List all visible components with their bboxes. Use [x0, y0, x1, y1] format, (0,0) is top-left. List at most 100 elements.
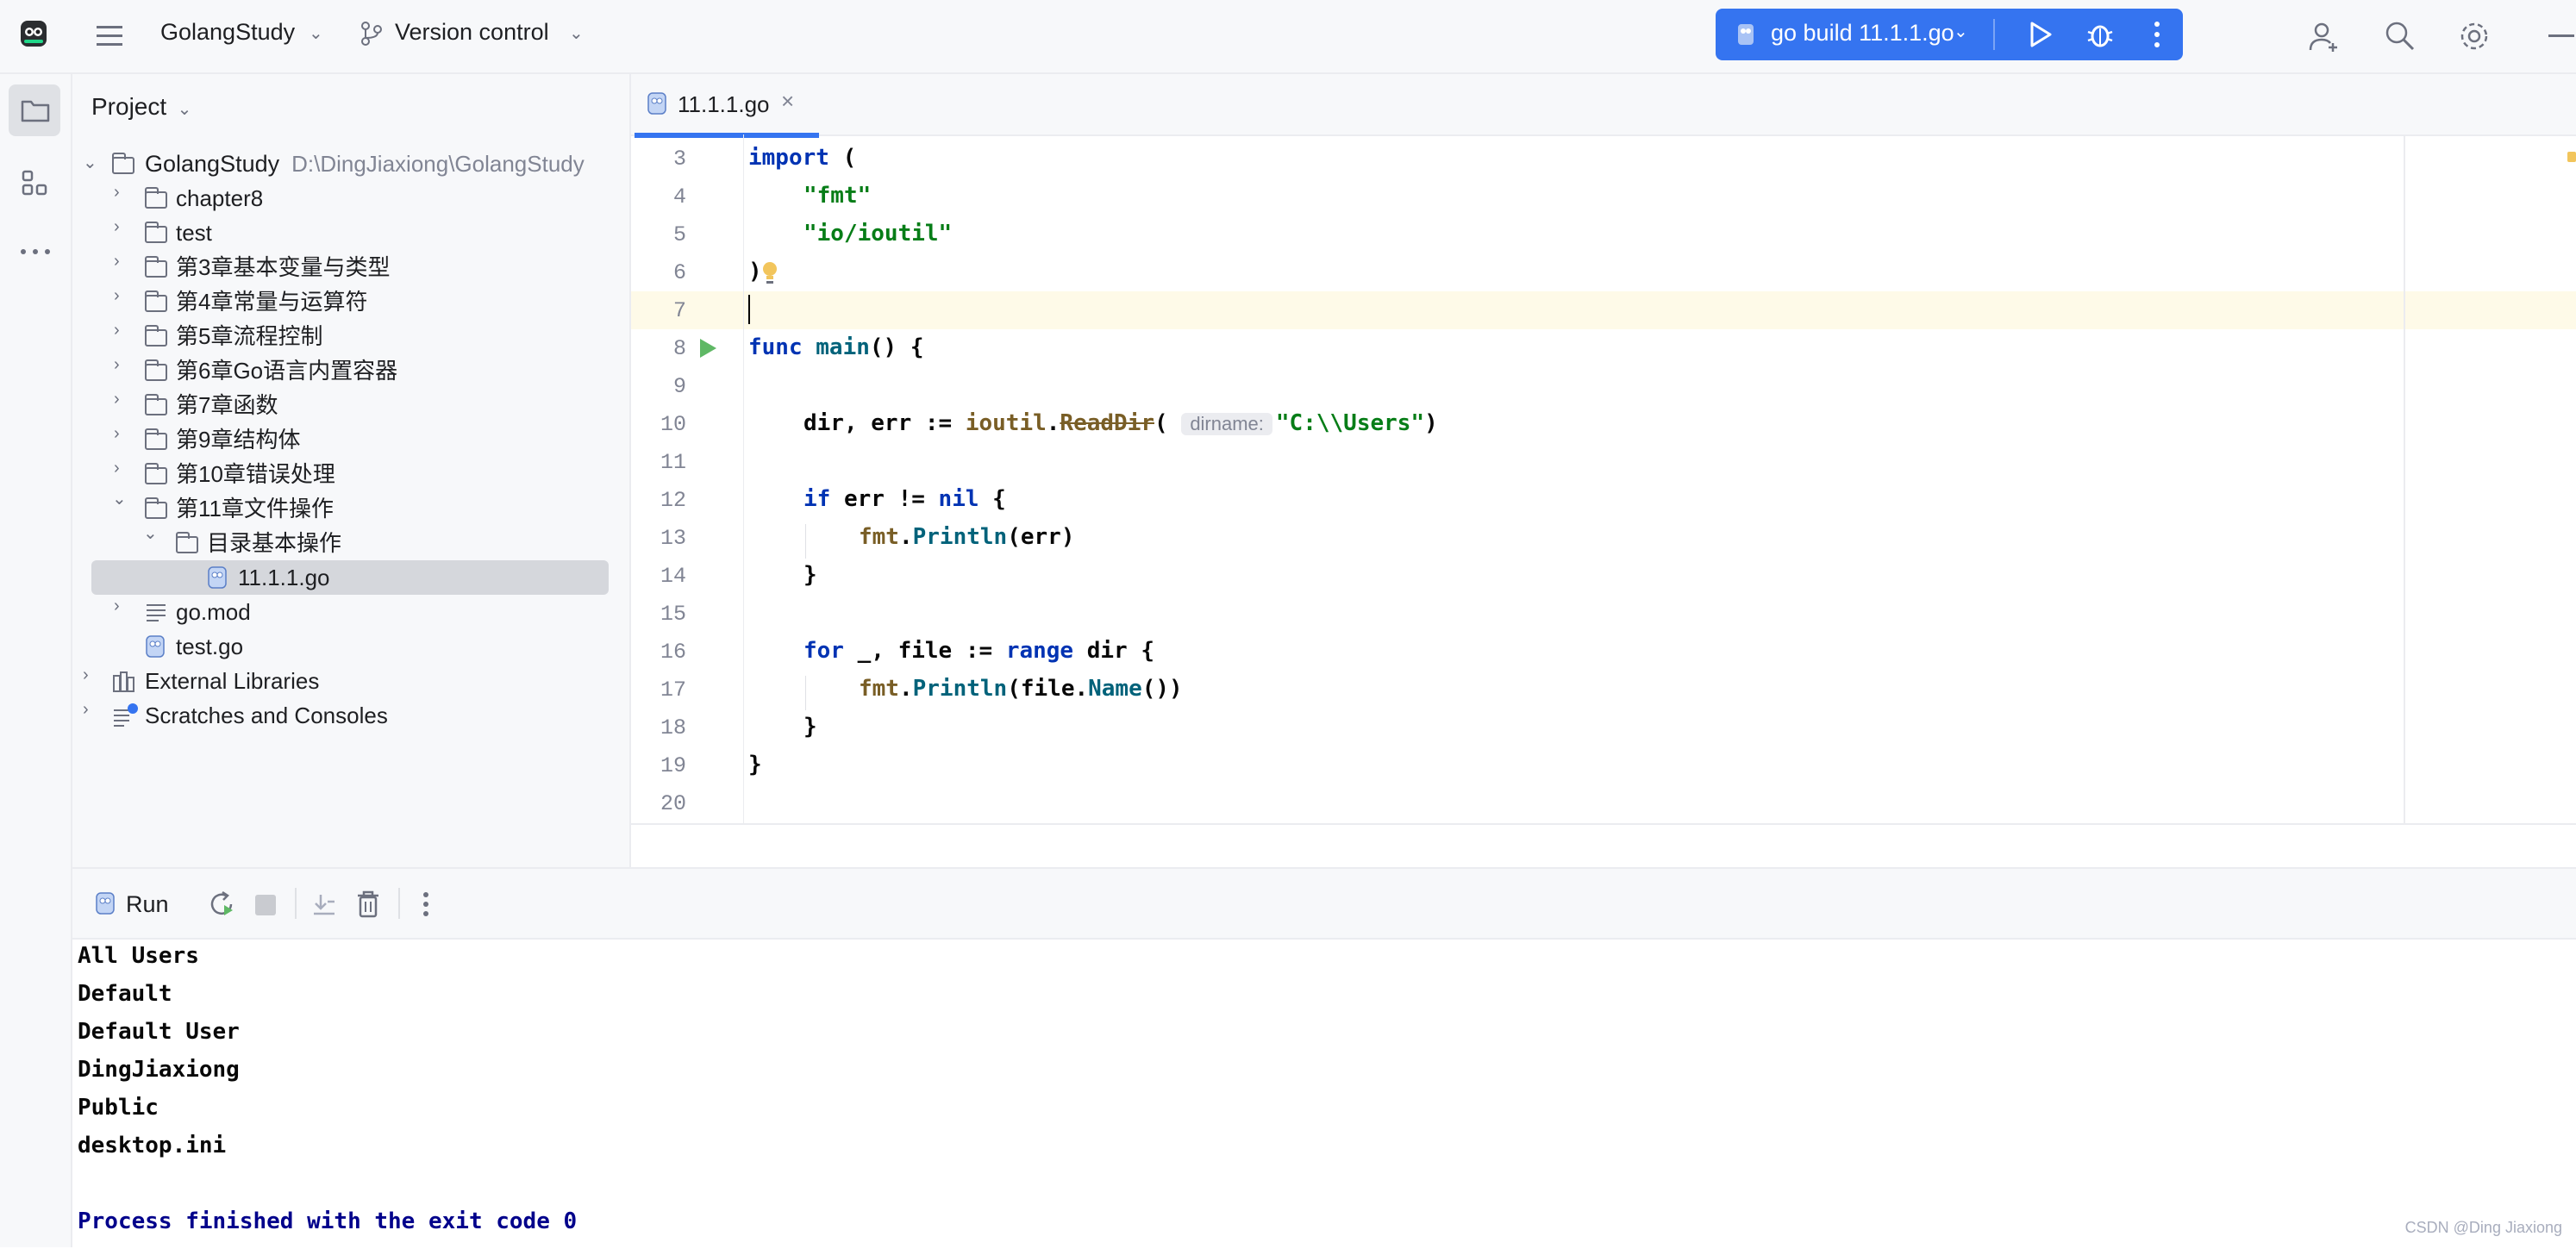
chevron-right-icon[interactable]: › [114, 596, 120, 616]
tree-item[interactable]: 第11章文件操作 [176, 491, 334, 526]
lightbulb-icon[interactable] [760, 260, 779, 290]
project-panel-title: Project [91, 93, 167, 120]
tree-item-selected[interactable]: 11.1.1.go [238, 560, 330, 595]
project-tool-button[interactable] [9, 84, 60, 136]
chevron-right-icon[interactable]: › [114, 355, 120, 375]
code-line[interactable]: "io/ioutil" [803, 221, 952, 247]
search-icon[interactable] [2383, 19, 2417, 58]
tree-item[interactable]: chapter8 [176, 181, 263, 215]
close-icon[interactable]: × [781, 88, 794, 115]
line-number: 11 [660, 450, 686, 475]
settings-gear-icon[interactable] [2457, 19, 2492, 58]
line-number: 9 [672, 374, 686, 399]
run-config-label: go build 11.1.1.go [1771, 20, 1954, 46]
tree-selection-highlight [91, 560, 609, 595]
rerun-icon[interactable] [207, 890, 236, 923]
project-selector[interactable]: GolangStudy ⌄ [159, 0, 331, 72]
code-line[interactable]: for _, file := range dir { [803, 638, 1154, 664]
folder-icon [145, 497, 167, 519]
tree-item[interactable]: Scratches and Consoles [145, 698, 388, 733]
console-output-line: desktop.ini [78, 1133, 227, 1158]
chevron-right-icon[interactable]: › [114, 321, 120, 340]
chevron-right-icon[interactable]: › [114, 424, 120, 444]
chevron-right-icon[interactable]: › [114, 390, 120, 409]
right-margin-line [2404, 134, 2405, 824]
minimize-icon[interactable] [2548, 34, 2574, 37]
vcs-selector[interactable]: Version control ⌄ [357, 0, 598, 72]
run-button[interactable] [2012, 9, 2067, 60]
debug-button[interactable] [2073, 9, 2128, 60]
tree-item[interactable]: External Libraries [145, 664, 319, 698]
line-number: 4 [672, 184, 686, 209]
run-config-selector[interactable]: go build 11.1.1.go ⌄ [1716, 9, 1993, 60]
tree-item[interactable]: 第3章基本变量与类型 [176, 250, 390, 284]
tree-item[interactable]: test [176, 215, 212, 250]
console-output-line: All Users [78, 943, 199, 969]
run-icon [2028, 21, 2054, 53]
tree-item[interactable]: go.mod [176, 595, 251, 629]
divider [1993, 19, 1995, 50]
chevron-right-icon[interactable]: › [83, 665, 89, 685]
code-line[interactable]: } [748, 752, 762, 778]
tree-item[interactable]: 第6章Go语言内置容器 [176, 353, 397, 388]
tree-item[interactable]: test.go [176, 629, 243, 664]
branch-icon [360, 21, 383, 51]
more-vertical-icon [2154, 21, 2160, 53]
editor-tab-bar [631, 74, 2576, 136]
tree-root[interactable]: GolangStudy D:\DingJiaxiong\GolangStudy [145, 147, 585, 181]
main-menu-icon[interactable] [95, 22, 124, 48]
trash-icon[interactable] [355, 890, 381, 923]
code-line[interactable]: "fmt" [803, 183, 871, 209]
more-tools-icon[interactable] [19, 245, 52, 260]
chevron-right-icon[interactable]: › [114, 183, 120, 203]
go-file-icon [647, 91, 667, 120]
console-output-line: Public [78, 1095, 159, 1121]
line-number: 20 [660, 791, 686, 816]
code-line[interactable]: fmt.Println(file.Name()) [859, 676, 1183, 702]
project-view-selector[interactable]: Project ⌄ [91, 93, 191, 121]
run-gutter-icon[interactable] [697, 336, 719, 365]
chevron-right-icon[interactable]: › [114, 286, 120, 306]
structure-tool-button[interactable] [9, 157, 60, 209]
line-number: 6 [672, 260, 686, 285]
parameter-hint: dirname: [1181, 413, 1272, 435]
tree-item[interactable]: 第7章函数 [176, 388, 278, 422]
chevron-down-icon[interactable]: ⌄ [143, 522, 158, 544]
code-line[interactable]: } [803, 714, 817, 740]
folder-icon [145, 290, 167, 312]
go-file-icon [207, 565, 228, 594]
chevron-down-icon[interactable]: ⌄ [83, 152, 97, 173]
toolbar-divider [398, 888, 400, 919]
add-user-icon[interactable] [2307, 19, 2342, 58]
chevron-right-icon[interactable]: › [114, 217, 120, 237]
code-line[interactable]: if err != nil { [803, 486, 1006, 512]
tree-item[interactable]: 第5章流程控制 [176, 319, 322, 353]
go-file-icon [95, 891, 116, 920]
scroll-to-end-icon[interactable] [310, 891, 338, 921]
tree-item[interactable]: 目录基本操作 [207, 526, 341, 560]
more-vertical-icon[interactable] [422, 891, 429, 921]
text-caret [748, 295, 750, 324]
stop-icon[interactable] [255, 895, 276, 915]
chevron-right-icon[interactable]: › [114, 252, 120, 272]
code-line[interactable]: import ( [748, 145, 856, 171]
code-line[interactable]: fmt.Println(err) [859, 524, 1074, 550]
tree-item[interactable]: 第4章常量与运算符 [176, 284, 367, 319]
line-number: 17 [660, 678, 686, 703]
code-line[interactable]: dir, err := ioutil.ReadDir( dirname: "C:\… [803, 410, 1438, 436]
folder-icon [145, 256, 167, 278]
warning-marker[interactable] [2567, 152, 2576, 162]
code-line[interactable]: func main() { [748, 334, 924, 360]
code-line[interactable]: } [803, 562, 817, 588]
chevron-right-icon[interactable]: › [114, 459, 120, 478]
run-configuration-widget: go build 11.1.1.go ⌄ [1716, 9, 2183, 60]
scratches-icon [112, 702, 140, 732]
tree-item[interactable]: 第10章错误处理 [176, 457, 335, 491]
chevron-right-icon[interactable]: › [83, 700, 89, 720]
app-logo[interactable] [19, 19, 48, 48]
editor-tab[interactable]: 11.1.1.go × [635, 74, 819, 138]
tree-item[interactable]: 第9章结构体 [176, 422, 300, 457]
project-name: GolangStudy [160, 19, 296, 45]
chevron-down-icon[interactable]: ⌄ [112, 488, 127, 509]
more-actions-button[interactable] [2133, 9, 2183, 60]
